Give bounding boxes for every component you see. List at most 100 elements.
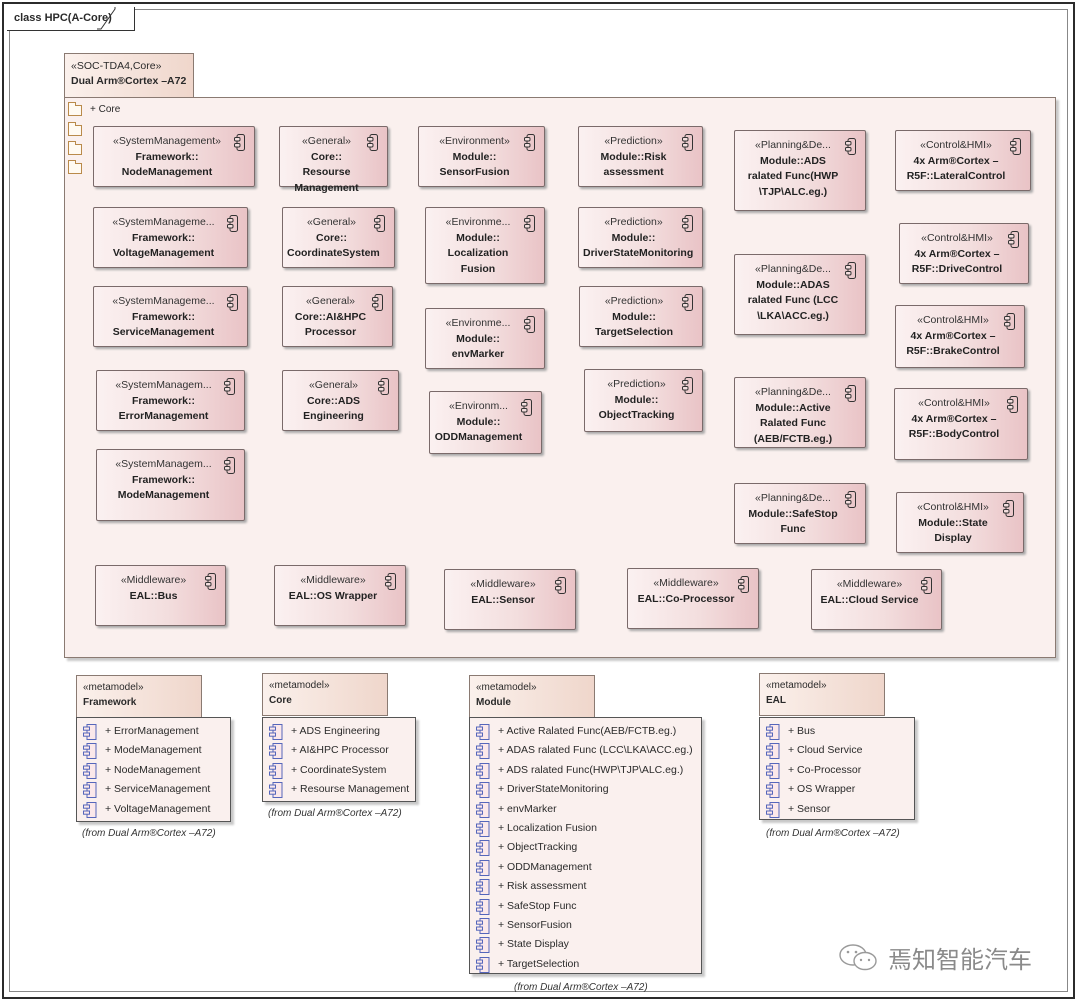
- component-box[interactable]: «Planning&De... Module::ADAS ralated Fun…: [734, 254, 866, 335]
- component-name: Framework:: ErrorManagement: [118, 394, 209, 423]
- component-box[interactable]: «SystemManageme... Framework:: VoltageMa…: [93, 207, 248, 268]
- component-stereotype: «Planning&De...: [755, 492, 831, 504]
- component-name: Module::ADAS ralated Func (LCC \LKA\ACC.…: [747, 278, 839, 322]
- component-box[interactable]: «SystemManageme... Framework:: ServiceMa…: [93, 286, 248, 347]
- metamodel-item[interactable]: + Active Ralated Func(AEB/FCTB.eg.): [476, 722, 701, 741]
- metamodel-item[interactable]: + Risk assessment: [476, 877, 701, 896]
- metamodel-item[interactable]: + envMarker: [476, 800, 701, 819]
- component-box[interactable]: «SystemManagem... Framework:: ErrorManag…: [96, 370, 245, 431]
- component-stereotype: «Environme...: [445, 216, 511, 228]
- component-box[interactable]: «Prediction» Module::Risk assessment: [578, 126, 703, 187]
- component-box[interactable]: «Environme... Module:: Localization Fusi…: [425, 207, 545, 284]
- metamodel-item[interactable]: + ObjectTracking: [476, 838, 701, 857]
- metamodel-item[interactable]: + Bus: [766, 722, 914, 741]
- metamodel-item[interactable]: + State Display: [476, 935, 701, 954]
- component-box[interactable]: «Prediction» Module:: DriverStateMonitor…: [578, 207, 703, 268]
- metamodel-item[interactable]: + AI&HPC Processor: [269, 741, 415, 760]
- component-box[interactable]: «Environment» Module:: SensorFusion: [418, 126, 545, 187]
- folder-label-core[interactable]: + Core: [90, 104, 120, 115]
- metamodel-item[interactable]: + Cloud Service: [766, 741, 914, 760]
- metamodel-item[interactable]: + ErrorManagement: [83, 722, 230, 741]
- component-name: Core::AI&HPC Processor: [294, 310, 367, 339]
- metamodel-from-label: (from Dual Arm®Cortex –A72): [766, 828, 900, 839]
- component-box[interactable]: «Environm... Module:: ODDManagement: [429, 391, 542, 454]
- component-box[interactable]: «Planning&De... Module::Active Ralated F…: [734, 377, 866, 448]
- folder-icon: [68, 122, 82, 136]
- metamodel-item[interactable]: + ServiceManagement: [83, 780, 230, 799]
- metamodel-item[interactable]: + SensorFusion: [476, 916, 701, 935]
- metamodel-tab[interactable]: «metamodel» EAL: [759, 673, 885, 716]
- component-box[interactable]: «General» Core::ADS Engineering: [282, 370, 399, 431]
- component-icon: [682, 215, 693, 232]
- metamodel-item[interactable]: + VoltageManagement: [83, 800, 230, 819]
- metamodel-item[interactable]: + Localization Fusion: [476, 819, 701, 838]
- metamodel-item[interactable]: + Sensor: [766, 800, 914, 819]
- metamodel-item-label: + ServiceManagement: [105, 783, 211, 796]
- component-box[interactable]: «Control&HMI» 4x Arm®Cortex – R5F::BodyC…: [894, 388, 1028, 460]
- component-name: EAL::Sensor: [471, 593, 535, 606]
- component-box[interactable]: «Prediction» Module:: ObjectTracking: [584, 369, 703, 432]
- component-box[interactable]: «SystemManagem... Framework:: ModeManage…: [96, 449, 245, 521]
- component-stereotype: «Planning&De...: [755, 386, 831, 398]
- metamodel-item[interactable]: + SafeStop Func: [476, 897, 701, 916]
- metamodel-item[interactable]: + TargetSelection: [476, 955, 701, 974]
- component-stereotype: «Prediction»: [604, 135, 663, 147]
- metamodel-item-label: + ModeManagement: [105, 744, 202, 757]
- component-box[interactable]: «SystemManagement» Framework:: NodeManag…: [93, 126, 255, 187]
- component-box[interactable]: «Environme... Module:: envMarker: [425, 308, 545, 369]
- component-box[interactable]: «Middleware» EAL::OS Wrapper: [274, 565, 406, 626]
- metamodel-from-label: (from Dual Arm®Cortex –A72): [514, 982, 648, 993]
- metamodel-item-label: + Cloud Service: [788, 744, 863, 757]
- metamodel-item[interactable]: + OS Wrapper: [766, 780, 914, 799]
- metamodel-item-label: + Risk assessment: [498, 880, 587, 893]
- component-icon: [524, 134, 535, 151]
- component-name: Module:: ODDManagement: [434, 415, 523, 444]
- component-box[interactable]: «Middleware» EAL::Co-Processor: [627, 568, 759, 629]
- metamodel-item-label: + CoordinateSystem: [291, 763, 387, 776]
- component-box[interactable]: «General» Core::AI&HPC Processor: [282, 286, 393, 347]
- metamodel-item-label: + Sensor: [788, 802, 831, 815]
- metamodel-item[interactable]: + ADS Engineering: [269, 722, 415, 741]
- component-name: Module:: DriverStateMonitoring: [583, 231, 694, 260]
- component-stereotype: «Middleware»: [653, 577, 719, 589]
- metamodel-item-label: + envMarker: [498, 802, 557, 815]
- component-icon: [374, 215, 385, 232]
- component-box[interactable]: «Control&HMI» Module::State Display: [896, 492, 1024, 553]
- component-box[interactable]: «Planning&De... Module::SafeStop Func: [734, 483, 866, 544]
- metamodel-item[interactable]: + Co-Processor: [766, 761, 914, 780]
- component-box[interactable]: «General» Core:: CoordinateSystem: [282, 207, 395, 268]
- metamodel-item[interactable]: + CoordinateSystem: [269, 761, 415, 780]
- component-name: Module::ADS ralated Func(HWP \TJP\ALC.eg…: [747, 154, 839, 198]
- component-box[interactable]: «Control&HMI» 4x Arm®Cortex – R5F::Drive…: [899, 223, 1029, 284]
- metamodel-item[interactable]: + ODDManagement: [476, 858, 701, 877]
- component-box[interactable]: «Control&HMI» 4x Arm®Cortex – R5F::Brake…: [895, 305, 1025, 368]
- component-box[interactable]: «General» Core:: Resourse Management: [279, 126, 388, 194]
- metamodel-stereotype: «metamodel»: [766, 680, 827, 691]
- metamodel-tab[interactable]: «metamodel» Module: [469, 675, 595, 718]
- component-box[interactable]: «Prediction» Module:: TargetSelection: [579, 286, 703, 347]
- component-name: 4x Arm®Cortex – R5F::LateralControl: [906, 154, 1006, 183]
- component-name: 4x Arm®Cortex – R5F::DriveControl: [911, 247, 1003, 276]
- component-box[interactable]: «Planning&De... Module::ADS ralated Func…: [734, 130, 866, 211]
- metamodel-item[interactable]: + ADS ralated Func(HWP\TJP\ALC.eg.): [476, 761, 701, 780]
- metamodel-from-label: (from Dual Arm®Cortex –A72): [82, 828, 216, 839]
- metamodel-body: + Bus + Cloud Service + Co-Processor + OS W…: [759, 717, 915, 820]
- metamodel-tab[interactable]: «metamodel» Core: [262, 673, 388, 716]
- component-name: Module:: Localization Fusion: [447, 231, 509, 275]
- component-icon: [524, 316, 535, 333]
- component-box[interactable]: «Middleware» EAL::Sensor: [444, 569, 576, 630]
- metamodel-item[interactable]: + NodeManagement: [83, 761, 230, 780]
- component-name: Framework:: VoltageManagement: [112, 231, 215, 260]
- metamodel-item[interactable]: + DriverStateMonitoring: [476, 780, 701, 799]
- metamodel-item[interactable]: + ModeManagement: [83, 741, 230, 760]
- metamodel-tab[interactable]: «metamodel» Framework: [76, 675, 202, 718]
- component-icon: [921, 577, 932, 594]
- component-stereotype: «Control&HMI»: [920, 139, 992, 151]
- component-icon: [682, 294, 693, 311]
- metamodel-item[interactable]: + ADAS ralated Func (LCC\LKA\ACC.eg.): [476, 741, 701, 760]
- component-box[interactable]: «Control&HMI» 4x Arm®Cortex – R5F::Later…: [895, 130, 1031, 191]
- metamodel-item[interactable]: + Resourse Management: [269, 780, 415, 799]
- component-box[interactable]: «Middleware» EAL::Bus: [95, 565, 226, 626]
- component-box[interactable]: «Middleware» EAL::Cloud Service: [811, 569, 942, 630]
- package-tab[interactable]: «SOC-TDA4,Core» Dual Arm®Cortex –A72: [64, 53, 194, 98]
